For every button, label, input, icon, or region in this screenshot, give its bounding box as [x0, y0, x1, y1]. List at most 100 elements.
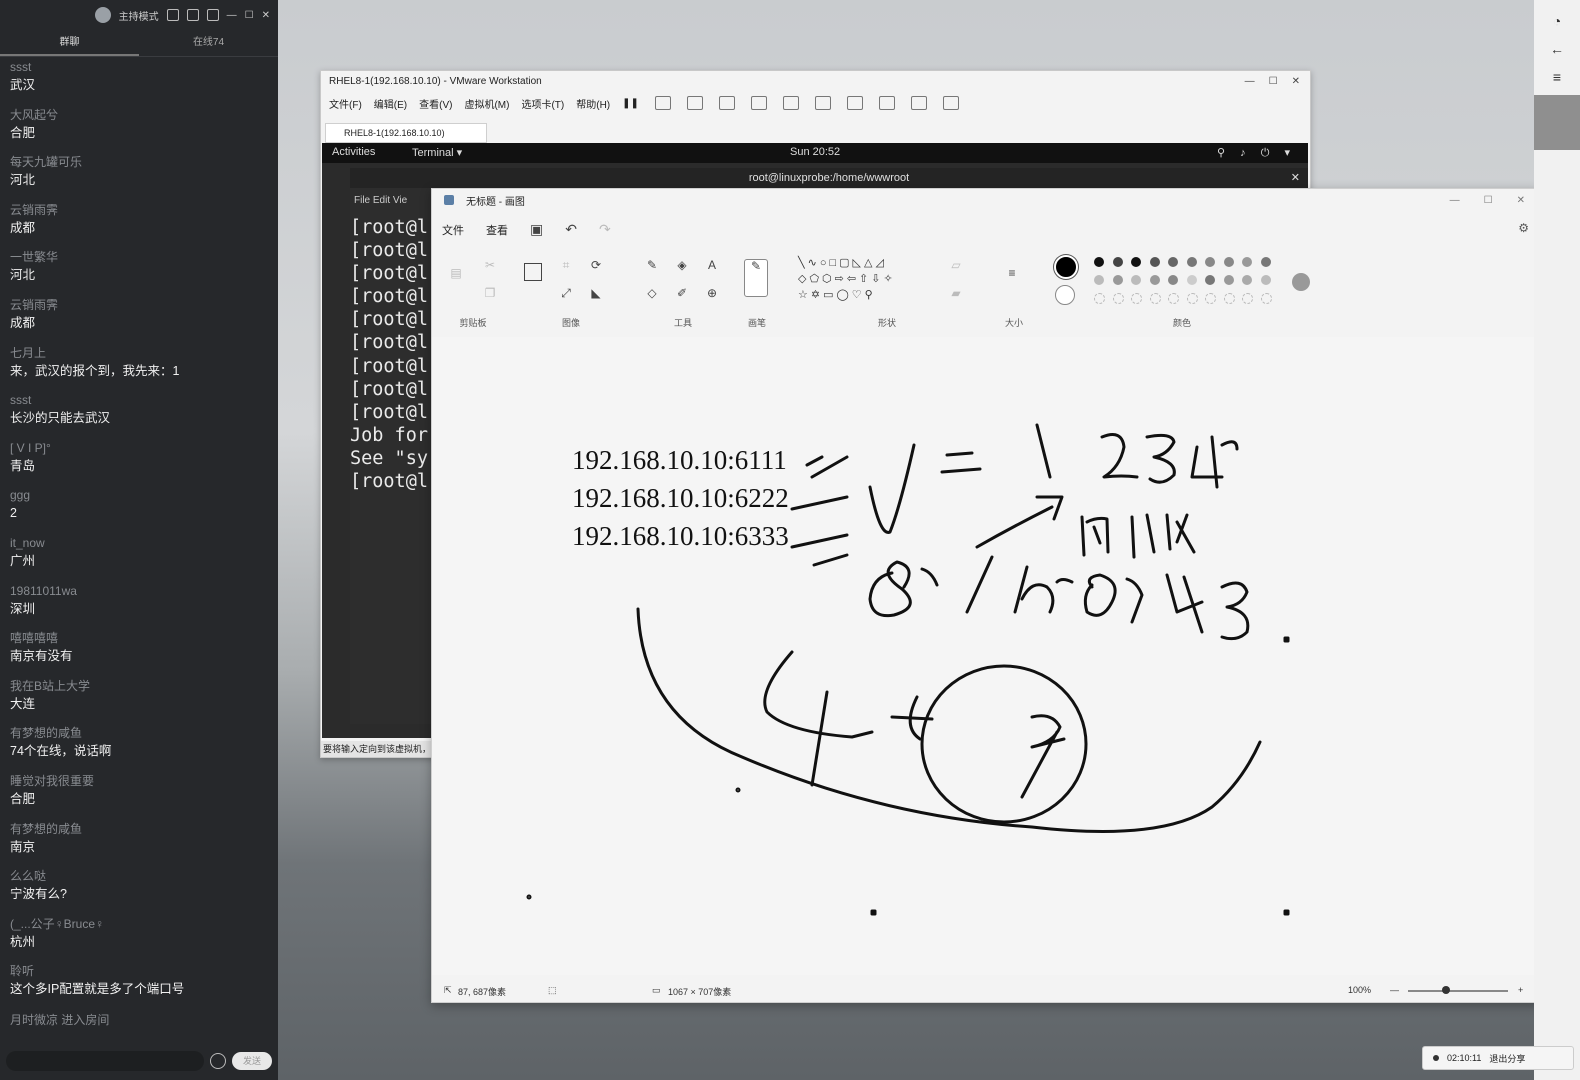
color-swatch[interactable]: [1223, 257, 1234, 267]
empty-color-slot[interactable]: [1112, 293, 1124, 304]
settings-icon[interactable]: [166, 9, 179, 21]
menu-icon[interactable]: ≡: [1550, 70, 1564, 84]
activities-button[interactable]: Activities: [332, 146, 375, 158]
maximize-icon[interactable]: ☐: [1484, 195, 1493, 206]
message-username[interactable]: 聆听: [10, 963, 268, 980]
color-swatch[interactable]: [1112, 257, 1123, 267]
close-icon[interactable]: ✕: [1517, 195, 1525, 206]
menu-file[interactable]: 文件: [442, 222, 464, 238]
menu-vm[interactable]: 虚拟机(M): [464, 96, 509, 111]
resize-icon[interactable]: ⤢: [560, 287, 572, 299]
color-picker-icon[interactable]: ✐: [676, 287, 688, 299]
message-username[interactable]: ssst: [10, 59, 268, 76]
color-swatch[interactable]: [1168, 275, 1178, 285]
send-button[interactable]: 发送: [232, 1052, 272, 1070]
message-username[interactable]: 嘻嘻嘻嘻: [10, 630, 268, 647]
empty-color-slot[interactable]: [1260, 293, 1272, 304]
system-tray-icons[interactable]: ⚲ ♪ ⏻ ▾: [1217, 146, 1296, 160]
color-swatch[interactable]: [1260, 257, 1271, 267]
copy-icon[interactable]: ❐: [484, 287, 496, 299]
empty-color-slot[interactable]: [1223, 293, 1235, 304]
terminal-body[interactable]: File Edit Vie [root@l [root@l [root@l [root…: [350, 188, 432, 724]
message-username[interactable]: ggg: [10, 487, 268, 504]
maximize-icon[interactable]: ☐: [1269, 76, 1278, 87]
zoom-slider-thumb[interactable]: [1442, 986, 1450, 994]
message-username[interactable]: 睡觉对我很重要: [10, 773, 268, 790]
message-username[interactable]: 有梦想的咸鱼: [10, 725, 268, 742]
minimize-icon[interactable]: —: [1450, 195, 1460, 206]
flip-icon[interactable]: ◣: [590, 287, 602, 299]
paste-icon[interactable]: ▤: [450, 267, 462, 279]
eraser-icon[interactable]: ◇: [646, 287, 658, 299]
menu-icon[interactable]: [206, 9, 219, 21]
color-swatch[interactable]: [1223, 275, 1234, 285]
line-size-icon[interactable]: ≡: [1006, 267, 1018, 279]
crop-icon[interactable]: ⌗: [560, 259, 572, 271]
fill-shape-icon[interactable]: ▰: [950, 287, 962, 299]
pencil-icon[interactable]: ✎: [646, 259, 658, 271]
library-icon[interactable]: [782, 96, 799, 110]
shapes-gallery[interactable]: ╲∿○□▢◺△◿ ◇⬠⬡⇨⇦⇧⇩✧ ☆✡▭◯♡⚲: [798, 255, 928, 303]
color-swatch[interactable]: [1131, 257, 1141, 267]
revert-snapshot-icon[interactable]: [718, 96, 735, 110]
message-username[interactable]: ssst: [10, 392, 268, 409]
empty-color-slot[interactable]: [1149, 293, 1161, 304]
zoom-in-button[interactable]: +: [1518, 985, 1523, 995]
close-icon[interactable]: ✕: [1291, 168, 1300, 188]
empty-color-slot[interactable]: [1242, 293, 1253, 304]
clock[interactable]: Sun 20:52: [790, 146, 840, 158]
color-swatch[interactable]: [1168, 257, 1178, 267]
menu-view[interactable]: 查看: [486, 222, 508, 238]
console-icon[interactable]: [910, 96, 927, 110]
paint-canvas[interactable]: 192.168.10.10:6111 192.168.10.10:6222 19…: [432, 337, 1539, 975]
tab-group-chat[interactable]: 群聊: [0, 30, 139, 56]
menu-edit[interactable]: 编辑(E): [374, 96, 407, 111]
message-username[interactable]: 云销雨霁: [10, 202, 268, 219]
stretch-icon[interactable]: [942, 96, 959, 110]
edit-colors-icon[interactable]: [1292, 273, 1310, 291]
color-swatch[interactable]: [1149, 275, 1160, 285]
rotate-icon[interactable]: ⟳: [590, 259, 602, 271]
undo-icon[interactable]: ↶: [565, 221, 577, 238]
message-username[interactable]: (_...公子♀Bruce♀: [10, 916, 268, 933]
minimize-icon[interactable]: —: [1245, 76, 1255, 87]
message-username[interactable]: 大风起兮: [10, 107, 268, 124]
maximize-icon[interactable]: ☐: [245, 10, 254, 21]
settings-icon[interactable]: ⚙: [1518, 221, 1529, 235]
color-2-swatch[interactable]: [1055, 285, 1075, 305]
zoom-out-button[interactable]: —: [1390, 985, 1399, 995]
canvas-drawing[interactable]: 192.168.10.10:6111 192.168.10.10:6222 19…: [432, 337, 1539, 975]
message-username[interactable]: 云销雨霁: [10, 297, 268, 314]
snapshot-icon[interactable]: [686, 96, 703, 110]
empty-color-slot[interactable]: [1094, 293, 1105, 304]
color-swatch[interactable]: [1186, 275, 1197, 285]
menu-tabs[interactable]: 选项卡(T): [521, 96, 564, 111]
terminal-app-menu[interactable]: Terminal ▾: [412, 146, 462, 159]
message-username[interactable]: 一世繁华: [10, 249, 268, 266]
send-ctrl-alt-del-icon[interactable]: [654, 96, 671, 110]
message-username[interactable]: 我在B站上大学: [10, 678, 268, 695]
color-swatch[interactable]: [1205, 275, 1215, 285]
outline-icon[interactable]: ▱: [950, 259, 962, 271]
minimize-icon[interactable]: —: [227, 10, 237, 21]
message-username[interactable]: 有梦想的咸鱼: [10, 821, 268, 838]
color-swatch[interactable]: [1131, 275, 1141, 285]
chat-input[interactable]: [6, 1051, 204, 1071]
edit-icon[interactable]: [186, 9, 199, 21]
thumbnail-icon[interactable]: [814, 96, 831, 110]
color-swatch[interactable]: [1242, 275, 1252, 285]
emoji-icon[interactable]: [210, 1053, 226, 1069]
message-username[interactable]: 每天九罐可乐: [10, 154, 268, 171]
message-username[interactable]: [ V I P]°: [10, 440, 268, 457]
empty-color-slot[interactable]: [1168, 293, 1179, 304]
color-swatch[interactable]: [1186, 257, 1197, 267]
cut-icon[interactable]: ✂: [484, 259, 496, 271]
fill-icon[interactable]: ◈: [676, 259, 688, 271]
close-icon[interactable]: ✕: [262, 10, 270, 21]
color-swatch[interactable]: [1094, 257, 1104, 267]
color-swatch[interactable]: [1094, 275, 1104, 285]
host-avatar[interactable]: [94, 7, 111, 23]
close-icon[interactable]: ✕: [1292, 76, 1300, 87]
color-swatch[interactable]: [1242, 257, 1252, 267]
empty-color-slot[interactable]: [1186, 293, 1198, 304]
